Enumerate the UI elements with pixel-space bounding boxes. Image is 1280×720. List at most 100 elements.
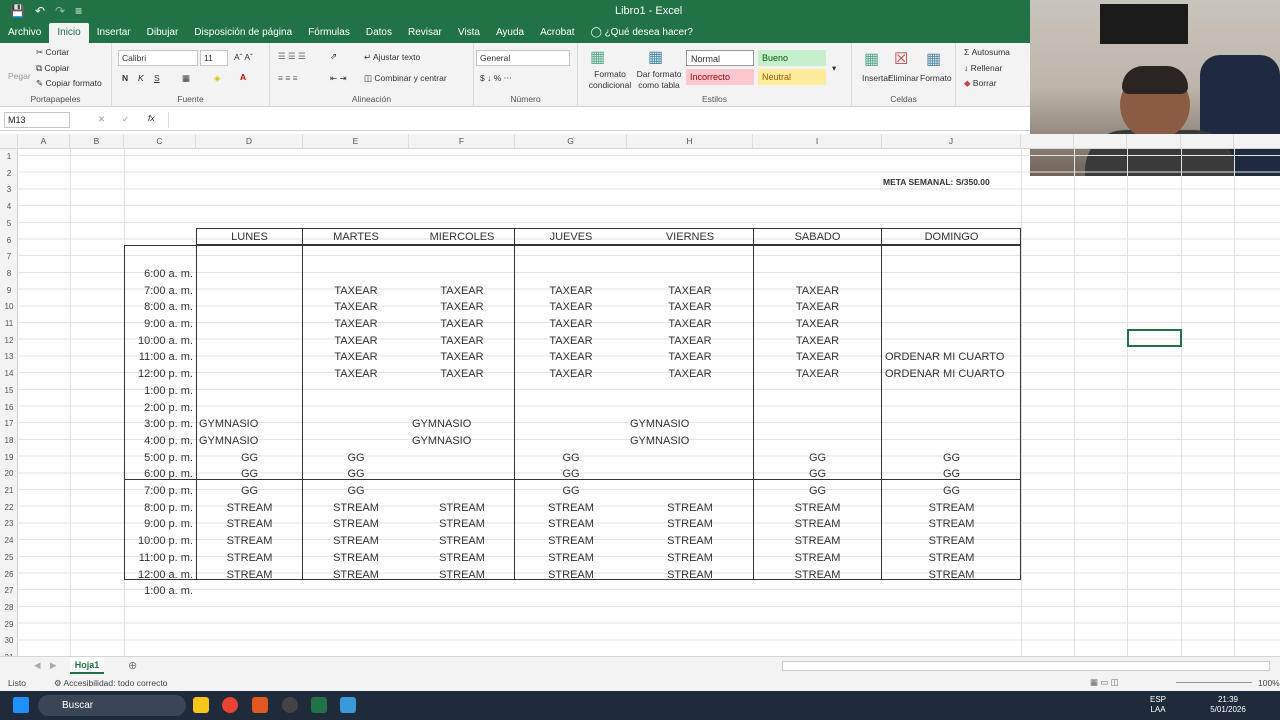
schedule-cell-gg[interactable]: GG: [753, 483, 882, 500]
schedule-cell-gg[interactable]: GG: [515, 466, 627, 483]
wrap-text-button[interactable]: ↵ Ajustar texto: [364, 52, 420, 63]
time-cell[interactable]: 9:00 a. m.: [124, 316, 196, 333]
time-cell[interactable]: 1:00 p. m.: [124, 383, 196, 400]
time-cell[interactable]: 10:00 a. m.: [124, 333, 196, 350]
schedule-cell-gg[interactable]: GG: [303, 450, 409, 467]
zoom-slider[interactable]: [1176, 682, 1252, 683]
schedule-cell-taxear[interactable]: TAXEAR: [753, 333, 882, 350]
tab-disposicion[interactable]: Disposición de página: [186, 23, 300, 43]
schedule-cell-taxear[interactable]: TAXEAR: [627, 349, 753, 366]
schedule-cell-gym[interactable]: GYMNASIO: [196, 433, 303, 450]
taskbar-search[interactable]: Buscar: [38, 695, 186, 716]
schedule-cell-gg[interactable]: GG: [882, 483, 1021, 500]
schedule-cell-taxear[interactable]: TAXEAR: [409, 283, 515, 300]
weekly-goal[interactable]: META SEMANAL: S/350.00: [880, 174, 1040, 191]
customize-icon[interactable]: ≡: [75, 4, 82, 18]
conditional-format-button[interactable]: Formato condicional: [582, 69, 638, 91]
time-cell[interactable]: 8:00 a. m.: [124, 299, 196, 316]
schedule-cell-gg[interactable]: GG: [753, 466, 882, 483]
schedule-cell-stream[interactable]: STREAM: [303, 567, 409, 584]
col-header-i[interactable]: I: [753, 134, 882, 149]
font-size-select[interactable]: 11: [200, 50, 228, 66]
tab-datos[interactable]: Datos: [358, 23, 400, 43]
row-header[interactable]: 4: [0, 202, 18, 211]
autosum-button[interactable]: Σ Autosuma: [964, 47, 1010, 57]
schedule-cell-gg[interactable]: GG: [882, 450, 1021, 467]
file-explorer-icon[interactable]: [193, 697, 209, 713]
schedule-cell-stream[interactable]: STREAM: [882, 550, 1021, 567]
tab-insertar[interactable]: Insertar: [89, 23, 139, 43]
merge-center-button[interactable]: ◫ Combinar y centrar: [364, 73, 447, 84]
selected-cell-m13[interactable]: [1127, 329, 1182, 347]
time-cell[interactable]: 12:00 a. m.: [124, 567, 196, 584]
row-header[interactable]: 29: [0, 620, 18, 629]
col-header-e[interactable]: E: [303, 134, 409, 149]
schedule-cell-stream[interactable]: STREAM: [409, 500, 515, 517]
schedule-cell-stream[interactable]: STREAM: [753, 533, 882, 550]
tab-acrobat[interactable]: Acrobat: [532, 23, 582, 43]
row-header[interactable]: 1: [0, 152, 18, 161]
align-left-icon[interactable]: ≡ ≡ ≡: [278, 73, 298, 83]
font-name-select[interactable]: Calibri: [118, 50, 198, 66]
schedule-cell-stream[interactable]: STREAM: [409, 550, 515, 567]
time-cell[interactable]: 11:00 a. m.: [124, 349, 196, 366]
row-header[interactable]: 6: [0, 236, 18, 245]
tab-dibujar[interactable]: Dibujar: [139, 23, 187, 43]
row-header[interactable]: 11: [0, 319, 18, 328]
schedule-cell-stream[interactable]: STREAM: [515, 516, 627, 533]
schedule-cell-gg[interactable]: GG: [882, 466, 1021, 483]
time-cell[interactable]: 9:00 p. m.: [124, 516, 196, 533]
style-incorrecto[interactable]: Incorrecto: [686, 69, 754, 85]
schedule-cell-stream[interactable]: STREAM: [627, 567, 753, 584]
schedule-cell-stream[interactable]: STREAM: [409, 516, 515, 533]
paste-button[interactable]: Pegar: [8, 71, 31, 81]
format-as-table-button[interactable]: Dar formato como tabla: [636, 69, 682, 91]
schedule-cell-stream[interactable]: STREAM: [409, 567, 515, 584]
bold-button[interactable]: N: [122, 73, 128, 83]
schedule-cell-taxear[interactable]: TAXEAR: [627, 366, 753, 383]
obs-icon[interactable]: [282, 697, 298, 713]
borders-icon[interactable]: ▦: [182, 73, 190, 84]
col-header-j[interactable]: J: [882, 134, 1021, 149]
time-cell[interactable]: 6:00 p. m.: [124, 466, 196, 483]
time-cell[interactable]: 6:00 a. m.: [124, 266, 196, 283]
windows-start-icon[interactable]: [13, 697, 29, 713]
schedule-cell-taxear[interactable]: TAXEAR: [753, 283, 882, 300]
copy-button[interactable]: ⧉ Copiar: [36, 63, 69, 74]
row-header[interactable]: 24: [0, 536, 18, 545]
tab-ayuda[interactable]: Ayuda: [488, 23, 532, 43]
cancel-icon[interactable]: ✕: [98, 114, 105, 125]
conditional-format-icon[interactable]: ▦: [590, 47, 605, 67]
row-header[interactable]: 27: [0, 586, 18, 595]
row-header[interactable]: 16: [0, 403, 18, 412]
italic-button[interactable]: K: [138, 73, 144, 83]
schedule-cell-taxear[interactable]: TAXEAR: [515, 333, 627, 350]
row-header[interactable]: 13: [0, 352, 18, 361]
row-header[interactable]: 19: [0, 453, 18, 462]
schedule-cell-stream[interactable]: STREAM: [882, 500, 1021, 517]
schedule-cell-stream[interactable]: STREAM: [515, 500, 627, 517]
time-cell[interactable]: 4:00 p. m.: [124, 433, 196, 450]
row-header[interactable]: 7: [0, 252, 18, 261]
schedule-cell-taxear[interactable]: TAXEAR: [515, 283, 627, 300]
delete-cells-button[interactable]: Eliminar: [888, 73, 919, 83]
schedule-cell-taxear[interactable]: TAXEAR: [753, 366, 882, 383]
schedule-cell-stream[interactable]: STREAM: [882, 533, 1021, 550]
zoom-level[interactable]: 100%: [1258, 678, 1280, 688]
schedule-cell-stream[interactable]: STREAM: [753, 500, 882, 517]
schedule-cell-stream[interactable]: STREAM: [882, 516, 1021, 533]
format-painter-button[interactable]: ✎ Copiar formato: [36, 78, 102, 89]
schedule-cell-stream[interactable]: STREAM: [882, 567, 1021, 584]
schedule-cell-taxear[interactable]: TAXEAR: [627, 283, 753, 300]
horizontal-scrollbar[interactable]: [782, 661, 1270, 671]
time-cell[interactable]: 8:00 p. m.: [124, 500, 196, 517]
schedule-cell-gg[interactable]: GG: [303, 466, 409, 483]
style-bueno[interactable]: Bueno: [758, 50, 826, 66]
schedule-cell-stream[interactable]: STREAM: [196, 533, 303, 550]
col-header-d[interactable]: D: [196, 134, 303, 149]
time-cell[interactable]: 5:00 p. m.: [124, 450, 196, 467]
grow-font-icon[interactable]: Aˆ Aˇ: [234, 52, 253, 62]
schedule-cell-ordenar[interactable]: ORDENAR MI CUARTO: [882, 349, 1021, 366]
row-header[interactable]: 2: [0, 169, 18, 178]
schedule-cell-stream[interactable]: STREAM: [627, 516, 753, 533]
